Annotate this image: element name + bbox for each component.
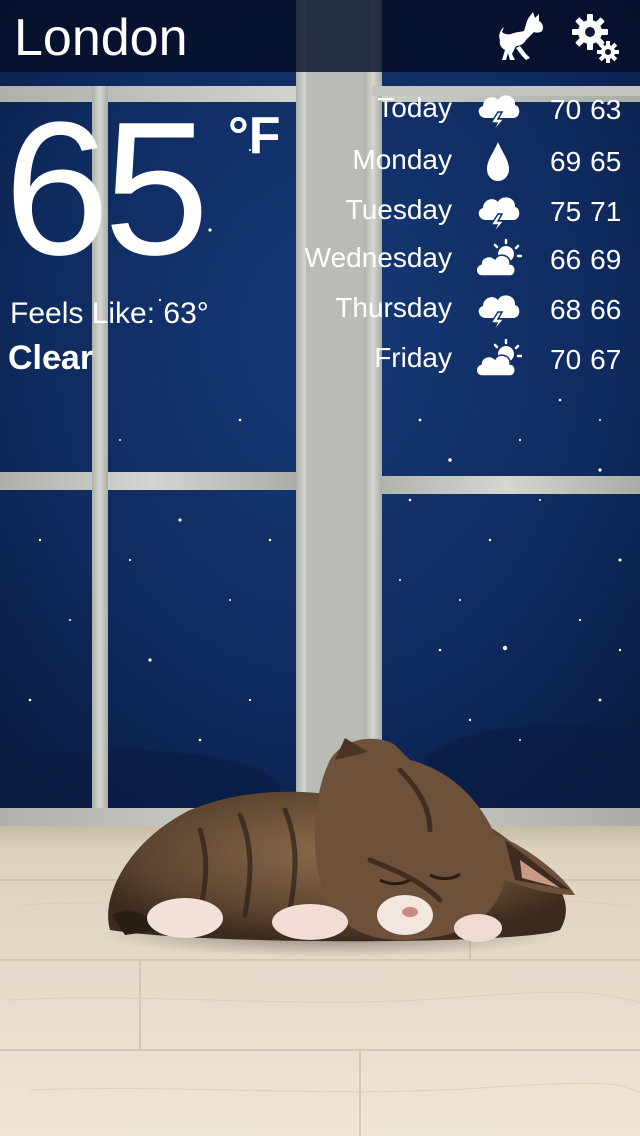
thunderstorm-icon — [474, 288, 522, 333]
forecast-high: 69 — [550, 146, 582, 177]
cat-icon — [499, 12, 543, 60]
forecast-low: 65 — [590, 146, 622, 177]
forecast-temps: 66 69 — [550, 242, 621, 278]
forecast-temps: 75 71 — [550, 194, 621, 230]
forecast-low: 63 — [590, 94, 622, 125]
forecast-low: 66 — [590, 294, 622, 325]
forecast-day: Today — [377, 92, 452, 123]
feels-like: Feels Like: 63° — [10, 296, 209, 332]
forecast-row-tuesday[interactable]: Tuesday 75 71 — [280, 190, 640, 238]
forecast-high: 68 — [550, 294, 582, 325]
pet-button[interactable] — [496, 10, 550, 64]
forecast-high: 66 — [550, 244, 582, 275]
forecast-high: 70 — [550, 94, 582, 125]
forecast-temps: 70 67 — [550, 342, 621, 378]
feels-like-label: Feels Like: — [10, 297, 164, 330]
forecast-temps: 69 65 — [550, 144, 621, 180]
gear-icon — [572, 14, 619, 63]
current-temperature: 65 — [4, 83, 209, 295]
partly-cloudy-icon — [474, 238, 523, 282]
forecast-row-today[interactable]: Today 70 63 — [280, 88, 640, 136]
forecast-low: 67 — [590, 344, 622, 375]
forecast-day: Friday — [374, 342, 452, 373]
forecast-row-thursday[interactable]: Thursday 68 66 — [280, 288, 640, 336]
forecast-day: Wednesday — [304, 242, 452, 273]
forecast-row-monday[interactable]: Monday 69 65 — [280, 140, 640, 188]
thunderstorm-icon — [474, 88, 522, 133]
current-condition: Clear — [8, 339, 94, 377]
thunderstorm-icon — [474, 190, 522, 235]
forecast-temps: 68 66 — [550, 292, 621, 328]
forecast-low: 69 — [590, 244, 622, 275]
forecast-day: Monday — [352, 144, 452, 175]
forecast-high: 75 — [550, 196, 582, 227]
raindrop-icon — [474, 140, 522, 184]
city-name[interactable]: London — [14, 8, 188, 68]
temperature-unit[interactable]: °F — [228, 108, 281, 164]
forecast-day: Tuesday — [345, 194, 452, 225]
forecast-temps: 70 63 — [550, 92, 621, 128]
forecast-row-friday[interactable]: Friday 70 67 — [280, 338, 640, 386]
forecast-high: 70 — [550, 344, 582, 375]
top-bar: London — [0, 0, 640, 72]
forecast-low: 71 — [590, 196, 622, 227]
feels-like-value: 63° — [163, 297, 209, 330]
forecast-day: Thursday — [335, 292, 452, 323]
settings-button[interactable] — [568, 10, 622, 64]
partly-cloudy-icon — [474, 338, 523, 382]
forecast-row-wednesday[interactable]: Wednesday 66 69 — [280, 238, 640, 286]
